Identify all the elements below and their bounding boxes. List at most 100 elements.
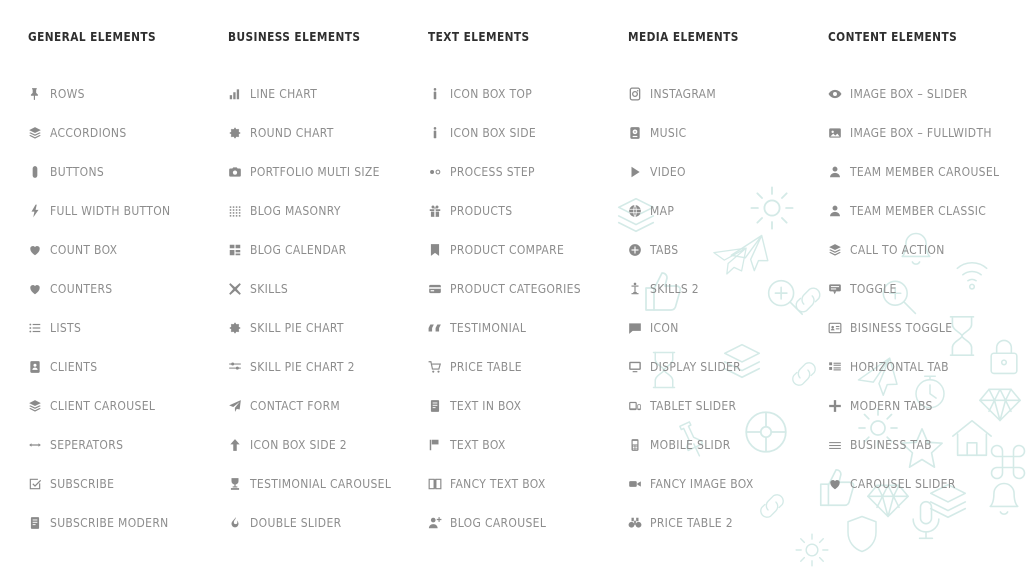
element-list-item-label: SKILL PIE CHART bbox=[250, 320, 344, 335]
element-list-item[interactable]: ACCORDIONS bbox=[28, 113, 228, 152]
element-list-item[interactable]: TEXT BOX bbox=[428, 425, 628, 464]
element-list-item[interactable]: CLIENTS bbox=[28, 347, 228, 386]
element-list-item-label: IMAGE BOX – FULLWIDTH bbox=[850, 125, 992, 140]
element-list-item[interactable]: SKILLS 2 bbox=[628, 269, 828, 308]
play-icon bbox=[628, 165, 650, 179]
element-list-item[interactable]: BUTTONS bbox=[28, 152, 228, 191]
cart-icon bbox=[428, 360, 450, 374]
element-list-item[interactable]: MOBILE SLIDR bbox=[628, 425, 828, 464]
element-list-item-label: BLOG CALENDAR bbox=[250, 242, 347, 257]
element-list-item[interactable]: HORIZONTAL TAB bbox=[828, 347, 1028, 386]
element-category-column: MEDIA ELEMENTS INSTAGRAM MUSIC VIDEO MAP TABS… bbox=[628, 0, 828, 571]
element-list-item-label: BUTTONS bbox=[50, 164, 105, 179]
element-list-item[interactable]: PRODUCT COMPARE bbox=[428, 230, 628, 269]
element-list-item[interactable]: COUNTERS bbox=[28, 269, 228, 308]
element-list-item[interactable]: BLOG MASONRY bbox=[228, 191, 428, 230]
category-title: MEDIA ELEMENTS bbox=[628, 29, 739, 44]
element-list-item[interactable]: ROUND CHART bbox=[228, 113, 428, 152]
element-list-item[interactable]: ICON BOX TOP bbox=[428, 74, 628, 113]
element-list-item[interactable]: INSTAGRAM bbox=[628, 74, 828, 113]
element-list-item-label: IMAGE BOX – SLIDER bbox=[850, 86, 968, 101]
element-list-item[interactable]: LINE CHART bbox=[228, 74, 428, 113]
element-list-item-label: TOGGLE bbox=[850, 281, 897, 296]
element-list-item-label: ACCORDIONS bbox=[50, 125, 127, 140]
element-list-item[interactable]: DOUBLE SLIDER bbox=[228, 503, 428, 542]
element-list-item-label: CALL TO ACTION bbox=[850, 242, 945, 257]
capsule-button-icon bbox=[28, 165, 50, 179]
element-list-item[interactable]: MAP bbox=[628, 191, 828, 230]
element-list-item-label: CAROUSEL SLIDER bbox=[850, 476, 956, 491]
gift-icon bbox=[428, 204, 450, 218]
element-list-item-label: PRODUCT CATEGORIES bbox=[450, 281, 581, 296]
element-list-item-label: TEAM MEMBER CAROUSEL bbox=[850, 164, 1000, 179]
element-list-item[interactable]: CALL TO ACTION bbox=[828, 230, 1028, 269]
element-list-item-label: FANCY IMAGE BOX bbox=[650, 476, 754, 491]
element-list-item[interactable]: BLOG CAROUSEL bbox=[428, 503, 628, 542]
element-list-item[interactable]: SKILL PIE CHART bbox=[228, 308, 428, 347]
element-list-item-label: INSTAGRAM bbox=[650, 86, 717, 101]
quote-icon bbox=[428, 321, 450, 335]
element-list-item-label: DISPLAY SLIDER bbox=[650, 359, 742, 374]
element-list-item[interactable]: MODERN TABS bbox=[828, 386, 1028, 425]
element-list-item[interactable]: LISTS bbox=[28, 308, 228, 347]
element-list-item-label: BISINESS TOGGLE bbox=[850, 320, 953, 335]
element-list: IMAGE BOX – SLIDER IMAGE BOX – FULLWIDTH T… bbox=[828, 74, 1028, 503]
element-list-item-label: LINE CHART bbox=[250, 86, 318, 101]
element-list-item[interactable]: SUBSCRIBE MODERN bbox=[28, 503, 228, 542]
element-list-item-label: SEPERATORS bbox=[50, 437, 124, 452]
element-list-item[interactable]: TABS bbox=[628, 230, 828, 269]
element-list-item[interactable]: BUSINESS TAB bbox=[828, 425, 1028, 464]
element-list-item[interactable]: TESTIMONIAL CAROUSEL bbox=[228, 464, 428, 503]
element-list-item[interactable]: DISPLAY SLIDER bbox=[628, 347, 828, 386]
two-dots-icon bbox=[428, 165, 450, 179]
element-list-item[interactable]: ICON BOX SIDE bbox=[428, 113, 628, 152]
category-title: CONTENT ELEMENTS bbox=[828, 29, 958, 44]
element-list-item-label: MAP bbox=[650, 203, 675, 218]
element-list-item[interactable]: PRODUCT CATEGORIES bbox=[428, 269, 628, 308]
element-list-item[interactable]: CLIENT CAROUSEL bbox=[28, 386, 228, 425]
instagram-icon bbox=[628, 87, 650, 101]
element-list-item[interactable]: IMAGE BOX – SLIDER bbox=[828, 74, 1028, 113]
element-list-item[interactable]: SKILL PIE CHART 2 bbox=[228, 347, 428, 386]
layers-icon bbox=[828, 243, 850, 257]
element-list-item-label: TABLET SLIDER bbox=[650, 398, 737, 413]
element-list-item[interactable]: TEAM MEMBER CAROUSEL bbox=[828, 152, 1028, 191]
gear-icon bbox=[228, 321, 250, 335]
list-icon bbox=[28, 321, 50, 335]
element-list-item[interactable]: SKILLS bbox=[228, 269, 428, 308]
element-list-item[interactable]: SUBSCRIBE bbox=[28, 464, 228, 503]
category-title: GENERAL ELEMENTS bbox=[28, 29, 157, 44]
element-list-item[interactable]: PORTFOLIO MULTI SIZE bbox=[228, 152, 428, 191]
element-list-item[interactable]: MUSIC bbox=[628, 113, 828, 152]
tablet-icon bbox=[628, 399, 650, 413]
element-list-item[interactable]: TOGGLE bbox=[828, 269, 1028, 308]
element-list-item[interactable]: ICON bbox=[628, 308, 828, 347]
element-list-item[interactable]: IMAGE BOX – FULLWIDTH bbox=[828, 113, 1028, 152]
element-list-item[interactable]: TEAM MEMBER CLASSIC bbox=[828, 191, 1028, 230]
card-icon bbox=[428, 282, 450, 296]
video-camera-icon bbox=[628, 477, 650, 491]
element-list-item[interactable]: TABLET SLIDER bbox=[628, 386, 828, 425]
element-list-item[interactable]: PRICE TABLE 2 bbox=[628, 503, 828, 542]
element-list-item[interactable]: BLOG CALENDAR bbox=[228, 230, 428, 269]
element-list-item[interactable]: FANCY TEXT BOX bbox=[428, 464, 628, 503]
element-list-item[interactable]: ROWS bbox=[28, 74, 228, 113]
element-list-item[interactable]: COUNT BOX bbox=[28, 230, 228, 269]
element-list-item[interactable]: TEXT IN BOX bbox=[428, 386, 628, 425]
element-list-item[interactable]: BISINESS TOGGLE bbox=[828, 308, 1028, 347]
element-list-item-label: DOUBLE SLIDER bbox=[250, 515, 342, 530]
element-list-item[interactable]: PRICE TABLE bbox=[428, 347, 628, 386]
mobile-icon bbox=[628, 438, 650, 452]
element-list-item[interactable]: PRODUCTS bbox=[428, 191, 628, 230]
element-list-item[interactable]: VIDEO bbox=[628, 152, 828, 191]
element-list-item-label: BLOG MASONRY bbox=[250, 203, 341, 218]
element-list-item[interactable]: SEPERATORS bbox=[28, 425, 228, 464]
element-list-item[interactable]: FULL WIDTH BUTTON bbox=[28, 191, 228, 230]
element-list-item[interactable]: CAROUSEL SLIDER bbox=[828, 464, 1028, 503]
element-list-item[interactable]: FANCY IMAGE BOX bbox=[628, 464, 828, 503]
element-list-item[interactable]: TESTIMONIAL bbox=[428, 308, 628, 347]
element-list-item-label: PRICE TABLE bbox=[450, 359, 522, 374]
element-list-item[interactable]: CONTACT FORM bbox=[228, 386, 428, 425]
element-list-item[interactable]: ICON BOX SIDE 2 bbox=[228, 425, 428, 464]
element-list-item[interactable]: PROCESS STEP bbox=[428, 152, 628, 191]
